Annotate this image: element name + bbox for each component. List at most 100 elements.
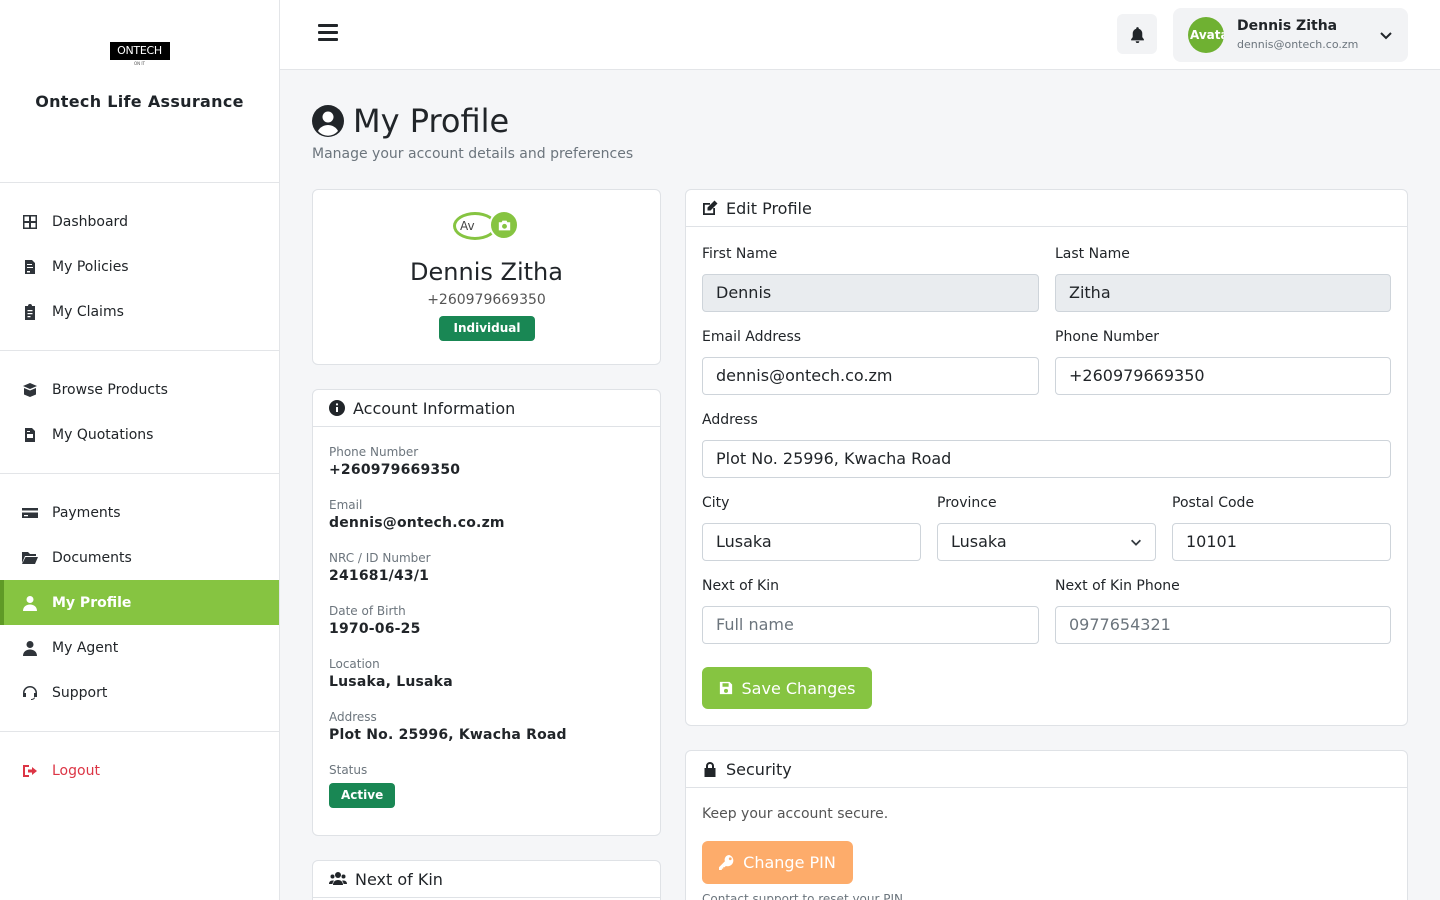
logo-tagline: ON IT [133,61,146,66]
box-open-icon [22,382,38,398]
info-label: Phone Number [329,445,419,459]
profile-name: Dennis Zitha [410,258,563,286]
company-logo[interactable]: ONTECH [109,42,170,60]
sidebar-item-dashboard[interactable]: Dashboard [0,199,279,244]
page-title: My Profile [312,102,509,140]
phone-field[interactable]: +260979669350 [1055,357,1391,395]
first-name-label: First Name [702,246,778,262]
info-label: NRC / ID Number [329,551,431,565]
sidebar-item-label: Support [52,684,108,701]
email-label: Email Address [702,329,802,345]
card-header: Edit Profile [686,190,1407,227]
key-icon [719,855,734,870]
info-value: 241681/43/1 [329,568,430,584]
last-name-field[interactable]: Zitha [1055,274,1391,312]
sidebar-item-my-policies[interactable]: My Policies [0,244,279,289]
brand-name: Ontech Life Assurance [35,92,244,111]
postal-code-label: Postal Code [1172,495,1255,511]
user-tie-icon [22,640,38,656]
info-nrc: NRC / ID Number 241681/43/1 [329,549,644,584]
sidebar-item-label: Dashboard [52,213,128,230]
sign-out-icon [22,763,38,779]
change-photo-button[interactable] [489,210,519,240]
phone-label: Phone Number [1055,329,1160,345]
province-label: Province [937,495,997,511]
account-information-card: Account Information Phone Number +260979… [312,389,661,836]
info-phone: Phone Number +260979669350 [329,443,644,478]
user-circle-icon [312,105,344,137]
address-label: Address [702,412,758,428]
info-label: Date of Birth [329,604,406,618]
security-note: Contact support to reset your PIN. [702,892,907,900]
next-of-kin-label: Next of Kin [702,578,779,594]
lock-icon [704,762,716,777]
info-location: Location Lusaka, Lusaka [329,655,644,690]
info-value: Lusaka, Lusaka [329,674,453,690]
sidebar-item-documents[interactable]: Documents [0,535,279,580]
city-field[interactable]: Lusaka [702,523,921,561]
grid-icon [22,214,38,230]
security-description: Keep your account secure. [702,806,889,822]
card-title: Next of Kin [355,869,443,889]
sidebar-item-my-claims[interactable]: My Claims [0,289,279,334]
sidebar-item-label: My Quotations [52,426,154,443]
info-address: Address Plot No. 25996, Kwacha Road [329,708,644,743]
info-value: 1970-06-25 [329,621,421,637]
email-field[interactable]: dennis@ontech.co.zm [702,357,1039,395]
camera-icon [498,220,510,230]
sidebar-item-support[interactable]: Support [0,670,279,715]
info-value: Plot No. 25996, Kwacha Road [329,727,567,743]
info-label: Address [329,710,377,724]
sidebar-item-browse-products[interactable]: Browse Products [0,367,279,412]
next-of-kin-phone-field[interactable]: 0977654321 [1055,606,1391,644]
topbar: Avatar Dennis Zitha dennis@ontech.co.zm [280,0,1440,70]
profile-phone: +260979669350 [427,292,546,308]
page-heading: My Profile [353,102,510,140]
sidebar-item-label: My Agent [52,639,119,656]
sidebar-item-my-profile[interactable]: My Profile [0,580,279,625]
first-name-field[interactable]: Dennis [702,274,1039,312]
info-value: +260979669350 [329,462,461,478]
page-subtitle: Manage your account details and preferen… [312,146,634,162]
security-card: Security Keep your account secure. Chang… [685,750,1408,900]
logout-link[interactable]: Logout [0,748,279,793]
sidebar-item-my-agent[interactable]: My Agent [0,625,279,670]
next-of-kin-field[interactable]: Full name [702,606,1039,644]
brand: ONTECH ON IT Ontech Life Assurance [0,42,279,183]
address-field[interactable]: Plot No. 25996, Kwacha Road [702,440,1391,478]
card-header: Next of Kin [313,861,660,898]
chevron-down-icon [1380,32,1392,40]
card-header: Security [686,751,1407,788]
postal-code-field[interactable]: 10101 [1172,523,1391,561]
save-changes-button[interactable]: Save Changes [702,667,872,709]
user-menu[interactable]: Avatar Dennis Zitha dennis@ontech.co.zm [1173,8,1408,62]
save-changes-label: Save Changes [741,678,856,698]
sidebar-item-label: Browse Products [52,381,168,398]
user-icon [22,595,38,611]
sidebar-item-label: Documents [52,549,132,566]
sidebar-item-payments[interactable]: Payments [0,490,279,535]
users-icon [329,872,347,885]
card-header: Account Information [313,390,660,427]
sidebar-item-my-quotations[interactable]: My Quotations [0,412,279,457]
sidebar-item-label: My Policies [52,258,129,275]
nav-group-account: Payments Documents My Profile My Agent S… [0,474,279,732]
change-pin-button[interactable]: Change PIN [702,841,853,884]
province-select[interactable]: Lusaka [937,523,1156,561]
info-status: Status Active [329,761,644,808]
edit-profile-card: Edit Profile First Name Dennis Last Name… [685,189,1408,726]
notifications-button[interactable] [1117,14,1157,54]
headset-icon [22,685,38,701]
sidebar-item-label: Logout [52,762,100,779]
folder-open-icon [22,550,38,566]
nav-group-products: Browse Products My Quotations [0,351,279,474]
menu-toggle-icon[interactable] [318,24,338,44]
edit-icon [703,200,718,215]
info-label: Location [329,657,380,671]
info-value: dennis@ontech.co.zm [329,515,505,531]
save-icon [719,681,732,695]
card-title: Security [726,759,792,779]
avatar: Avatar [1188,17,1224,53]
sidebar: ONTECH ON IT Ontech Life Assurance Dashb… [0,0,280,900]
sidebar-item-label: My Profile [52,594,132,611]
